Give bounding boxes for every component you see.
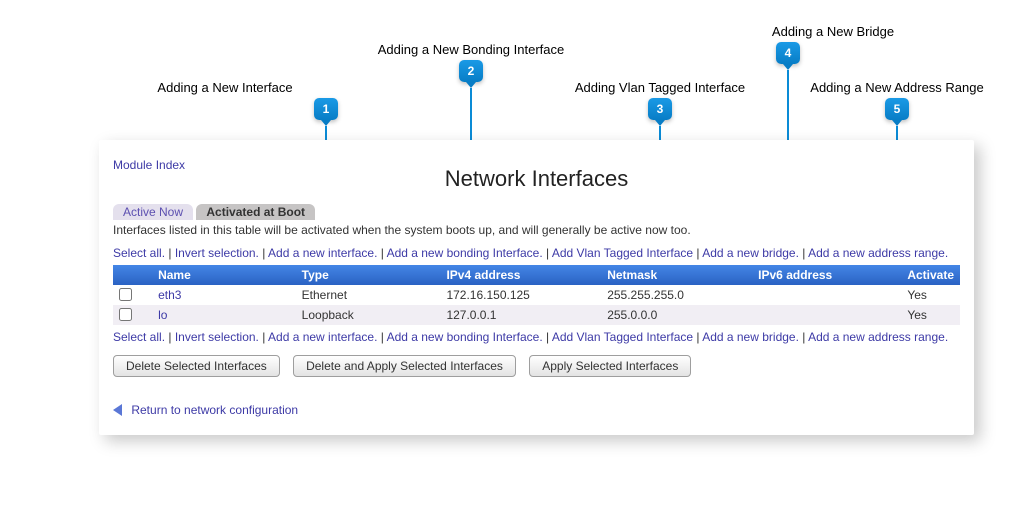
delete-selected-button[interactable]: Delete Selected Interfaces [113,355,280,377]
description-text: Interfaces listed in this table will be … [113,223,960,237]
callout-label-2: Adding a New Bonding Interface [378,42,564,57]
tab-activated-at-boot[interactable]: Activated at Boot [196,204,315,220]
iface-activate: Yes [901,285,960,305]
delete-apply-selected-button[interactable]: Delete and Apply Selected Interfaces [293,355,516,377]
add-bridge-link[interactable]: Add a new bridge. [702,330,799,344]
iface-activate: Yes [901,305,960,325]
invert-selection-link[interactable]: Invert selection. [175,330,259,344]
callout-label-4: Adding a New Bridge [772,24,894,39]
apply-selected-button[interactable]: Apply Selected Interfaces [529,355,691,377]
col-name: Name [152,265,296,285]
add-interface-link[interactable]: Add a new interface. [268,246,377,260]
module-index-link[interactable]: Module Index [113,158,185,172]
add-range-link[interactable]: Add a new address range. [808,246,948,260]
add-interface-link[interactable]: Add a new interface. [268,330,377,344]
select-all-link[interactable]: Select all. [113,330,165,344]
main-panel: Module Index Network Interfaces Active N… [99,140,974,435]
iface-name-link[interactable]: lo [158,308,167,322]
callout-bubble-1: 1 [314,98,338,120]
action-links-bottom: Select all. | Invert selection. | Add a … [113,329,960,345]
table-header-row: Name Type IPv4 address Netmask IPv6 addr… [113,265,960,285]
row-checkbox[interactable] [119,308,132,321]
iface-ipv4: 127.0.0.1 [440,305,601,325]
col-ipv6: IPv6 address [752,265,901,285]
invert-selection-link[interactable]: Invert selection. [175,246,259,260]
add-vlan-link[interactable]: Add Vlan Tagged Interface [552,246,693,260]
select-all-link[interactable]: Select all. [113,246,165,260]
iface-type: Ethernet [296,285,441,305]
callout-bubble-4: 4 [776,42,800,64]
callout-label-3: Adding Vlan Tagged Interface [575,80,745,95]
add-bonding-link[interactable]: Add a new bonding Interface. [387,330,543,344]
add-bonding-link[interactable]: Add a new bonding Interface. [387,246,543,260]
col-activate: Activate [901,265,960,285]
return-row: Return to network configuration [113,403,960,417]
add-range-link[interactable]: Add a new address range. [808,330,948,344]
table-row: eth3 Ethernet 172.16.150.125 255.255.255… [113,285,960,305]
iface-name-link[interactable]: eth3 [158,288,181,302]
row-checkbox[interactable] [119,288,132,301]
interfaces-table: Name Type IPv4 address Netmask IPv6 addr… [113,265,960,325]
return-link[interactable]: Return to network configuration [131,403,298,417]
callout-bubble-3: 3 [648,98,672,120]
action-links-top: Select all. | Invert selection. | Add a … [113,245,960,261]
callout-bubble-2: 2 [459,60,483,82]
arrow-left-icon [113,404,122,416]
add-vlan-link[interactable]: Add Vlan Tagged Interface [552,330,693,344]
callout-bubble-5: 5 [885,98,909,120]
iface-ipv4: 172.16.150.125 [440,285,601,305]
iface-ipv6 [752,305,901,325]
iface-netmask: 255.255.255.0 [601,285,752,305]
table-row: lo Loopback 127.0.0.1 255.0.0.0 Yes [113,305,960,325]
col-ipv4: IPv4 address [440,265,601,285]
col-type: Type [296,265,441,285]
iface-netmask: 255.0.0.0 [601,305,752,325]
col-netmask: Netmask [601,265,752,285]
iface-ipv6 [752,285,901,305]
add-bridge-link[interactable]: Add a new bridge. [702,246,799,260]
callout-label-5: Adding a New Address Range [810,80,983,95]
callout-label-1: Adding a New Interface [157,80,292,95]
button-row: Delete Selected Interfaces Delete and Ap… [113,355,960,377]
iface-type: Loopback [296,305,441,325]
tab-active-now[interactable]: Active Now [113,204,193,220]
page-title: Network Interfaces [113,152,960,192]
tabs: Active Now Activated at Boot [113,204,960,220]
